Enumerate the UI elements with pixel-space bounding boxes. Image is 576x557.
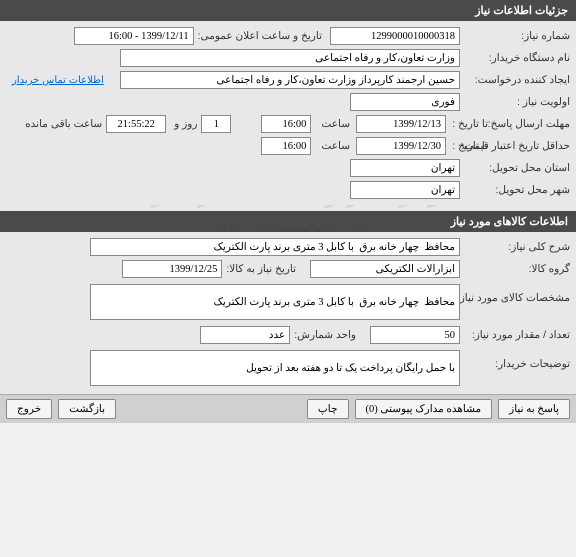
attachments-button[interactable]: مشاهده مدارک پیوستی (0) (355, 399, 493, 419)
min-validity-time-label: ساعت (317, 140, 350, 152)
row-goods-group: گروه کالا: تاریخ نیاز به کالا: (0, 258, 576, 280)
buyer-org-label: نام دستگاه خریدار: (460, 52, 570, 64)
min-validity-date-field[interactable] (356, 137, 446, 155)
to-date-label: تا تاریخ : (446, 118, 488, 130)
days-label: روز و (170, 118, 197, 130)
announce-field[interactable] (74, 27, 194, 45)
need-date-field[interactable] (122, 260, 222, 278)
goods-spec-field[interactable] (90, 284, 460, 320)
announce-label: تاریخ و ساعت اعلان عمومی: (194, 30, 322, 42)
min-validity-time-field[interactable] (261, 137, 311, 155)
goods-group-field[interactable] (310, 260, 460, 278)
row-requester: ایجاد کننده درخواست: اطلاعات تماس خریدار (0, 69, 576, 91)
goods-info-header: اطلاعات کالاهای مورد نیاز (0, 211, 576, 232)
need-number-field[interactable] (330, 27, 460, 45)
days-field[interactable] (201, 115, 231, 133)
row-need-number: شماره نیاز: تاریخ و ساعت اعلان عمومی: (0, 25, 576, 47)
need-desc-label: شرح کلی نیاز: (460, 241, 570, 253)
row-goods-spec: مشخصات کالای مورد نیاز: (0, 280, 576, 324)
priority-label: اولویت نیاز : (460, 96, 570, 108)
buyer-org-field[interactable] (120, 49, 460, 67)
buyer-notes-field[interactable] (90, 350, 460, 386)
need-info-header: جزئیات اطلاعات نیاز (0, 0, 576, 21)
row-delivery-province: استان محل تحویل: (0, 157, 576, 179)
deadline-time-field[interactable] (261, 115, 311, 133)
qty-field[interactable] (370, 326, 460, 344)
delivery-city-label: شهر محل تحویل: (460, 184, 570, 196)
back-button[interactable]: بازگشت (58, 399, 116, 419)
print-button[interactable]: چاپ (307, 399, 349, 419)
priority-field[interactable] (350, 93, 460, 111)
requester-field[interactable] (120, 71, 460, 89)
buyer-notes-label: توضیحات خریدار: (460, 350, 570, 370)
unit-field[interactable] (200, 326, 290, 344)
requester-label: ایجاد کننده درخواست: (460, 74, 570, 86)
countdown-field[interactable] (106, 115, 166, 133)
row-buyer-notes: توضیحات خریدار: (0, 346, 576, 390)
need-info-body: شماره نیاز: تاریخ و ساعت اعلان عمومی: نا… (0, 21, 576, 205)
min-validity-label: حداقل تاریخ اعتبار قیمت: (488, 140, 570, 152)
delivery-province-field[interactable] (350, 159, 460, 177)
goods-info-body: شرح کلی نیاز: گروه کالا: تاریخ نیاز به ک… (0, 232, 576, 394)
deadline-label: مهلت ارسال پاسخ: (488, 118, 570, 130)
button-bar: پاسخ به نیاز مشاهده مدارک پیوستی (0) چاپ… (0, 394, 576, 423)
row-buyer-org: نام دستگاه خریدار: (0, 47, 576, 69)
row-priority: اولویت نیاز : (0, 91, 576, 113)
row-deadline: مهلت ارسال پاسخ: تا تاریخ : ساعت روز و س… (0, 113, 576, 135)
qty-label: تعداد / مقدار مورد نیاز: (460, 329, 570, 341)
exit-button[interactable]: خروج (6, 399, 52, 419)
min-validity-to-label: تا تاریخ : (446, 140, 488, 152)
goods-spec-label: مشخصات کالای مورد نیاز: (460, 284, 570, 304)
contact-buyer-link[interactable]: اطلاعات تماس خریدار (12, 75, 104, 86)
row-min-validity: حداقل تاریخ اعتبار قیمت: تا تاریخ : ساعت (0, 135, 576, 157)
delivery-province-label: استان محل تحویل: (460, 162, 570, 174)
need-desc-field[interactable] (90, 238, 460, 256)
respond-button[interactable]: پاسخ به نیاز (498, 399, 570, 419)
deadline-time-label: ساعت (317, 118, 350, 130)
remaining-label: ساعت باقی مانده (21, 118, 102, 130)
row-qty: تعداد / مقدار مورد نیاز: واحد شمارش: (0, 324, 576, 346)
goods-group-label: گروه کالا: (460, 263, 570, 275)
need-date-label: تاریخ نیاز به کالا: (222, 263, 296, 275)
unit-label: واحد شمارش: (290, 329, 356, 341)
delivery-city-field[interactable] (350, 181, 460, 199)
row-need-desc: شرح کلی نیاز: (0, 236, 576, 258)
deadline-date-field[interactable] (356, 115, 446, 133)
need-number-label: شماره نیاز: (460, 30, 570, 42)
row-delivery-city: شهر محل تحویل: (0, 179, 576, 201)
